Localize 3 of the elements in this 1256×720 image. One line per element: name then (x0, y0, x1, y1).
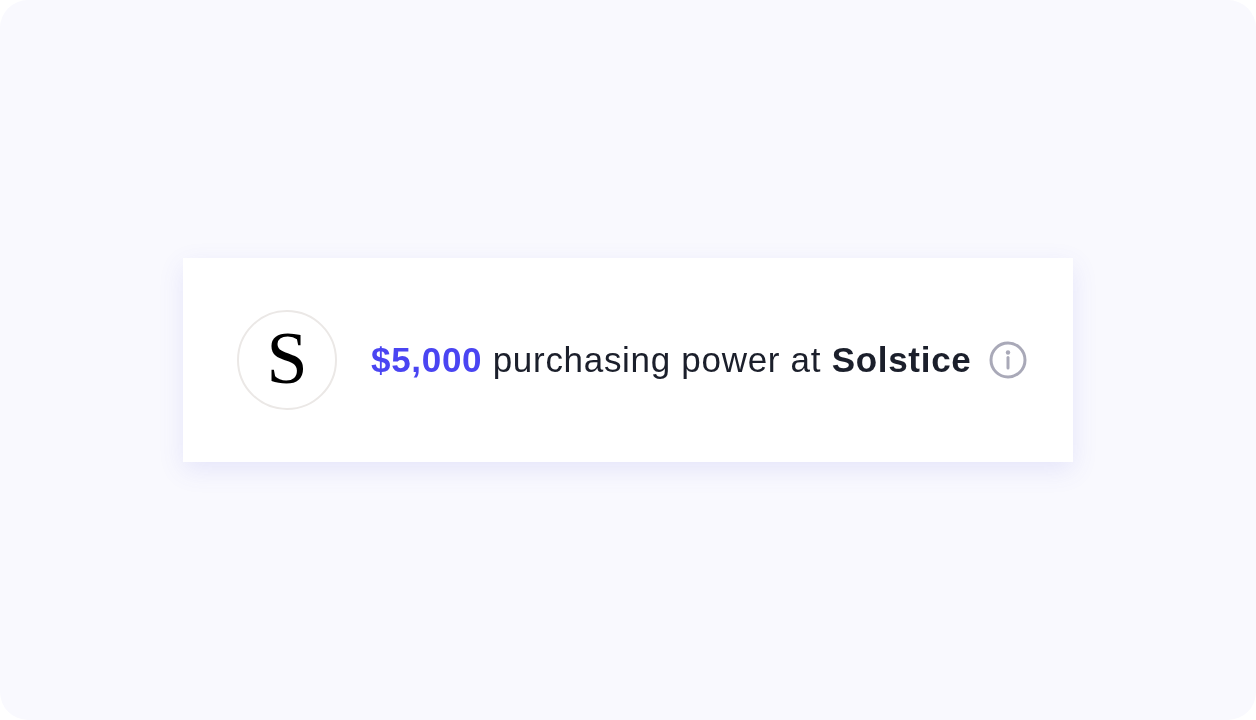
info-icon[interactable] (989, 341, 1028, 379)
merchant-logo: S (237, 310, 337, 410)
offer-text: $5,000 purchasing power at Solstice (371, 339, 972, 381)
